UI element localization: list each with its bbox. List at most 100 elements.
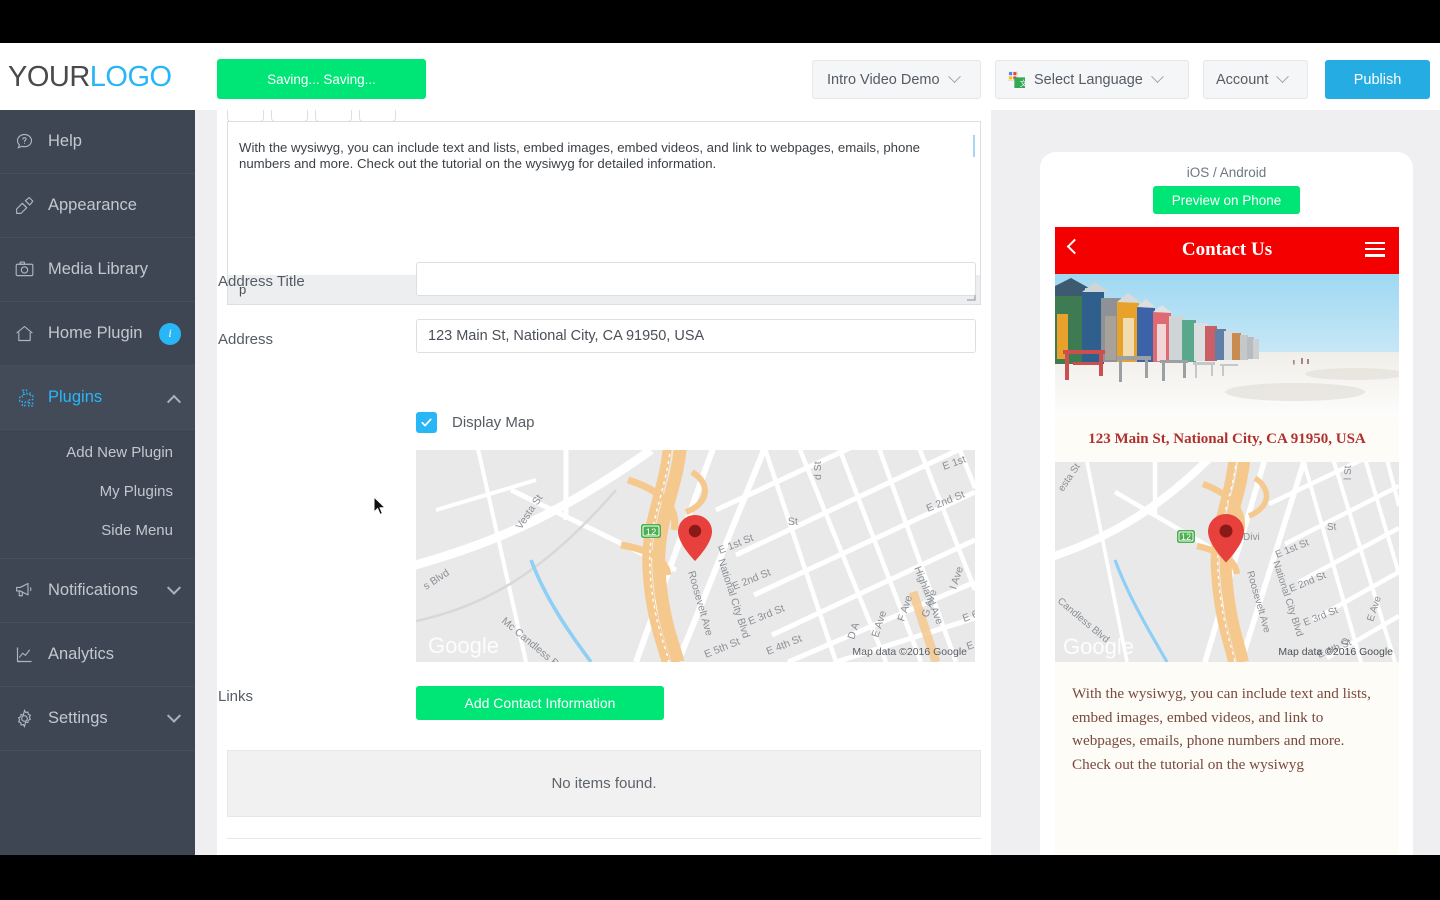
hamburger-menu-icon[interactable] (1365, 242, 1385, 261)
sidebar-item-label: Analytics (48, 645, 115, 663)
highway-shield-icon: 12 (641, 524, 661, 538)
logo-text-secondary: LOGO (89, 61, 172, 93)
sidebar-item-label: Media Library (48, 260, 148, 278)
sidebar-item-label: Home Plugin (48, 324, 143, 342)
chevron-down-icon (166, 580, 182, 595)
sidebar-item-home-plugin[interactable]: Home Plugin i (0, 302, 195, 366)
sidebar-item-media-library[interactable]: Media Library (0, 238, 195, 302)
google-translate-icon: 文 (1008, 71, 1025, 88)
sidebar-item-help[interactable]: Help (0, 110, 195, 174)
preview-panel: iOS / Android Preview on Phone Contact U… (1013, 110, 1440, 855)
sidebar-subitem-label: Add New Plugin (66, 444, 173, 461)
sidebar-subitem-side-menu[interactable]: Side Menu (0, 511, 195, 550)
map-graphic: Vesta St s Blvd Mc Candless Blvd Rooseve… (416, 450, 975, 662)
text-cursor (973, 135, 975, 157)
chart-icon (0, 644, 48, 665)
intro-video-demo-label: Intro Video Demo (827, 71, 940, 88)
checkmark-icon (421, 418, 432, 427)
app-window: YOURLOGO Saving... Saving... Intro Video… (0, 43, 1440, 855)
publish-label: Publish (1353, 71, 1402, 88)
highway-shield-icon: 12 (1177, 530, 1195, 543)
svg-text:12: 12 (1181, 532, 1191, 542)
intro-video-demo-dropdown[interactable]: Intro Video Demo (812, 60, 981, 99)
home-icon (0, 323, 48, 344)
svg-text:Google: Google (428, 633, 499, 658)
puzzle-piece-icon (0, 387, 48, 408)
empty-state-label: No items found. (551, 775, 657, 792)
phone-map-graphic: esta St Candless Blvd Roosevelt Ave Nati… (1055, 462, 1399, 662)
sidebar-item-label: Help (48, 132, 82, 150)
sidebar-nav: Help Appearance Media Library Home Plugi… (0, 110, 195, 855)
top-header: YOURLOGO Saving... Saving... Intro Video… (0, 43, 1440, 110)
svg-text:St: St (1327, 522, 1337, 533)
address-input[interactable] (416, 319, 976, 353)
beach-huts-photo (1055, 274, 1399, 417)
plugin-form-card: With the wysiwyg, you can include text a… (217, 110, 991, 855)
svg-text:Google: Google (1063, 634, 1134, 659)
info-badge[interactable]: i (159, 322, 181, 345)
sidebar-subitem-add-new-plugin[interactable]: Add New Plugin (0, 433, 195, 472)
map-preview[interactable]: Vesta St s Blvd Mc Candless Blvd Rooseve… (416, 450, 975, 662)
chevron-down-icon (1276, 70, 1290, 84)
display-map-label: Display Map (452, 414, 535, 431)
plugins-submenu: Add New Plugin My Plugins Side Menu (0, 430, 195, 559)
platform-label: iOS / Android (1186, 165, 1267, 180)
megaphone-icon (0, 580, 48, 601)
account-label: Account (1216, 71, 1269, 88)
phone-app-title: Contact Us (1181, 239, 1273, 260)
sidebar-item-settings[interactable]: Settings (0, 687, 195, 751)
help-bubble-icon (0, 131, 48, 152)
svg-text:l St: l St (1343, 465, 1354, 480)
phone-address-bar: 123 Main St, National City, CA 91950, US… (1055, 417, 1399, 462)
sidebar-item-analytics[interactable]: Analytics (0, 623, 195, 687)
publish-button[interactable]: Publish (1325, 60, 1430, 99)
preview-on-phone-label: Preview on Phone (1171, 192, 1282, 208)
svg-text:St: St (788, 516, 798, 528)
hero-image (1055, 274, 1399, 417)
sidebar-item-label: Notifications (48, 581, 138, 599)
phone-map[interactable]: esta St Candless Blvd Roosevelt Ave Nati… (1055, 462, 1399, 662)
sidebar-item-appearance[interactable]: Appearance (0, 174, 195, 238)
phone-address-text: 123 Main St, National City, CA 91950, US… (1088, 431, 1366, 447)
saving-status-button[interactable]: Saving... Saving... (217, 59, 426, 99)
svg-text:12: 12 (646, 527, 657, 538)
sidebar-subitem-label: My Plugins (99, 483, 173, 500)
sidebar-subitem-my-plugins[interactable]: My Plugins (0, 472, 195, 511)
camera-icon (0, 259, 48, 280)
wysiwyg-editor-content: With the wysiwyg, you can include text a… (239, 140, 920, 171)
display-map-checkbox-row[interactable]: Display Map (416, 412, 535, 433)
logo-text-primary: YOUR (8, 61, 90, 93)
phone-body-text: With the wysiwyg, you can include text a… (1072, 685, 1371, 773)
letterbox-top (0, 0, 1440, 43)
chevron-down-icon (1150, 70, 1164, 84)
phone-frame: iOS / Android Preview on Phone Contact U… (1040, 152, 1413, 855)
empty-state: No items found. (227, 750, 981, 817)
chevron-down-icon (947, 70, 961, 84)
sidebar-item-label: Settings (48, 709, 108, 727)
add-contact-information-label: Add Contact Information (464, 695, 616, 711)
chevron-up-icon (166, 394, 182, 409)
paint-brush-icon (0, 195, 48, 216)
mouse-cursor (373, 496, 387, 516)
sidebar-item-label: Plugins (48, 388, 103, 406)
svg-text:Map data ©2016 Google: Map data ©2016 Google (852, 646, 967, 658)
preview-on-phone-button[interactable]: Preview on Phone (1153, 186, 1300, 214)
select-language-dropdown[interactable]: 文 Select Language (995, 60, 1189, 99)
address-title-input[interactable] (416, 262, 976, 296)
add-contact-information-button[interactable]: Add Contact Information (416, 686, 664, 720)
phone-body-text-block: With the wysiwyg, you can include text a… (1055, 662, 1399, 855)
phone-app-bar: Contact Us (1055, 227, 1399, 274)
app-logo[interactable]: YOURLOGO (8, 61, 172, 94)
saving-status-label: Saving... Saving... (267, 71, 376, 87)
svg-text:文: 文 (1020, 78, 1025, 88)
wysiwyg-editor[interactable]: With the wysiwyg, you can include text a… (227, 121, 981, 276)
sidebar-item-label: Appearance (48, 196, 137, 214)
address-label: Address (218, 331, 274, 348)
account-dropdown[interactable]: Account (1203, 60, 1308, 99)
letterbox-bottom (0, 855, 1440, 900)
sidebar-item-plugins[interactable]: Plugins (0, 366, 195, 430)
sidebar-item-notifications[interactable]: Notifications (0, 559, 195, 623)
sidebar-subitem-label: Side Menu (101, 522, 173, 539)
card-divider (227, 838, 981, 839)
display-map-checkbox[interactable] (416, 412, 437, 433)
